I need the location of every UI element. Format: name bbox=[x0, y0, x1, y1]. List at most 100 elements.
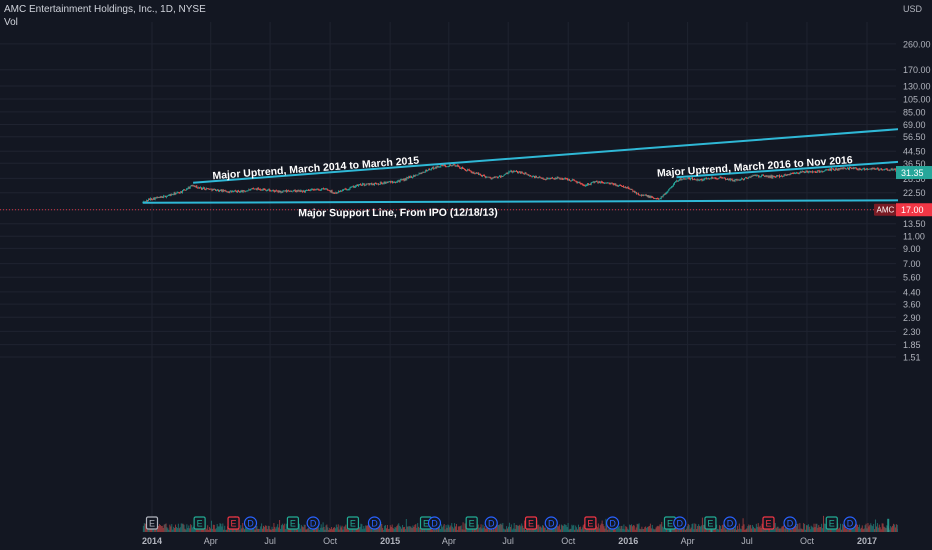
earnings-marker[interactable]: E bbox=[286, 516, 300, 530]
earnings-marker[interactable]: E bbox=[465, 516, 478, 530]
volume-bar bbox=[717, 529, 719, 532]
candle-body bbox=[444, 164, 446, 166]
earnings-marker[interactable]: E bbox=[825, 516, 838, 530]
volume-bar bbox=[802, 529, 804, 532]
candle-body bbox=[887, 169, 889, 171]
candle-body bbox=[288, 190, 290, 192]
dividend-marker[interactable]: D bbox=[306, 516, 320, 530]
candle-body bbox=[892, 169, 894, 171]
volume-bar bbox=[740, 529, 742, 532]
price-chart[interactable]: Major Uptrend, March 2014 to March 2015 M… bbox=[0, 0, 932, 550]
dividend-marker[interactable]: D bbox=[367, 516, 382, 530]
trendline-label[interactable]: Major Support Line, From IPO (12/18/13) bbox=[298, 207, 498, 220]
dividend-marker[interactable]: D bbox=[723, 516, 737, 530]
volume-bar bbox=[366, 525, 368, 532]
volume-bar bbox=[334, 528, 336, 532]
volume-bar bbox=[455, 526, 457, 532]
volume-bar bbox=[183, 524, 185, 532]
candle-body bbox=[694, 179, 696, 181]
volume-bar bbox=[222, 523, 224, 532]
volume-bar bbox=[279, 519, 281, 532]
candle-body bbox=[621, 185, 623, 187]
volume-bar bbox=[808, 526, 810, 532]
dividend-marker[interactable]: D bbox=[484, 516, 498, 530]
earnings-marker[interactable]: E bbox=[524, 516, 538, 530]
dividend-marker[interactable]: D bbox=[605, 516, 620, 530]
volume-bar bbox=[525, 529, 527, 532]
candle-body bbox=[477, 173, 479, 174]
event-marker-label: D bbox=[371, 519, 378, 529]
candle-body bbox=[726, 179, 728, 180]
dividend-marker[interactable]: D bbox=[843, 516, 857, 530]
volume-bar bbox=[801, 528, 803, 532]
volume-bar bbox=[206, 529, 208, 532]
candle-body bbox=[189, 186, 191, 189]
volume-bar bbox=[445, 525, 447, 532]
volume-bar bbox=[392, 527, 394, 532]
volume-bar bbox=[568, 529, 570, 532]
dividend-marker[interactable]: D bbox=[783, 516, 797, 530]
volume-bar bbox=[862, 529, 864, 532]
earnings-marker[interactable]: E bbox=[145, 516, 159, 530]
candle-body bbox=[671, 186, 673, 188]
candle-body bbox=[523, 173, 525, 175]
candle-body bbox=[198, 187, 200, 189]
candle-body bbox=[743, 178, 745, 180]
dividend-marker[interactable]: D bbox=[673, 516, 687, 530]
volume-bar bbox=[472, 529, 474, 532]
candle-body bbox=[878, 168, 880, 170]
earnings-marker[interactable]: E bbox=[762, 516, 775, 530]
candle-body bbox=[667, 190, 669, 192]
earnings-marker[interactable]: E bbox=[584, 516, 597, 530]
candle-body bbox=[209, 188, 211, 190]
candle-body bbox=[211, 188, 213, 191]
candle-body bbox=[893, 169, 895, 170]
chart-container[interactable]: AMC Entertainment Holdings, Inc., 1D, NY… bbox=[0, 0, 932, 550]
candle-body bbox=[632, 189, 634, 192]
volume-bar bbox=[448, 525, 450, 532]
candle-body bbox=[146, 200, 148, 202]
dividend-marker[interactable]: D bbox=[243, 516, 258, 530]
candle-body bbox=[336, 192, 338, 194]
volume-bar bbox=[654, 529, 656, 532]
volume-bar bbox=[402, 524, 404, 532]
time-tick-label: 2014 bbox=[142, 536, 162, 546]
candle-body bbox=[391, 181, 393, 183]
candle-body bbox=[199, 187, 201, 189]
candle-body bbox=[304, 190, 306, 192]
dividend-marker[interactable]: D bbox=[427, 516, 442, 530]
dividend-marker[interactable]: D bbox=[544, 516, 558, 530]
volume-bar bbox=[575, 525, 577, 532]
candle-body bbox=[409, 176, 411, 178]
candle-body bbox=[804, 172, 806, 173]
candle-body bbox=[400, 179, 402, 181]
volume-bar bbox=[853, 528, 855, 532]
candle-body bbox=[545, 179, 547, 180]
earnings-marker[interactable]: E bbox=[346, 516, 360, 530]
earnings-marker[interactable]: E bbox=[193, 516, 206, 530]
volume-bar bbox=[782, 526, 784, 532]
volume-bar bbox=[854, 527, 856, 532]
candle-body bbox=[503, 174, 505, 176]
volume-bar bbox=[870, 523, 872, 532]
candle-body bbox=[884, 168, 886, 170]
candle-body bbox=[306, 190, 308, 191]
time-tick-label: Apr bbox=[442, 536, 456, 546]
volume-bar bbox=[187, 528, 189, 532]
candle-body bbox=[343, 188, 345, 190]
volume-bar bbox=[410, 526, 412, 532]
candle-body bbox=[480, 174, 482, 176]
volume-bar bbox=[637, 524, 639, 532]
candle-body bbox=[377, 183, 379, 185]
volume-bar bbox=[318, 529, 320, 532]
candle-body bbox=[856, 168, 858, 170]
candle-body bbox=[706, 178, 708, 179]
candle-body bbox=[458, 166, 460, 168]
earnings-marker[interactable]: E bbox=[704, 516, 717, 530]
candle-body bbox=[148, 199, 150, 200]
candle-body bbox=[669, 188, 671, 190]
volume-bar bbox=[633, 525, 635, 532]
candle-body bbox=[284, 190, 286, 192]
earnings-marker[interactable]: E bbox=[227, 516, 240, 530]
price-tick-label: 170.00 bbox=[903, 65, 931, 75]
